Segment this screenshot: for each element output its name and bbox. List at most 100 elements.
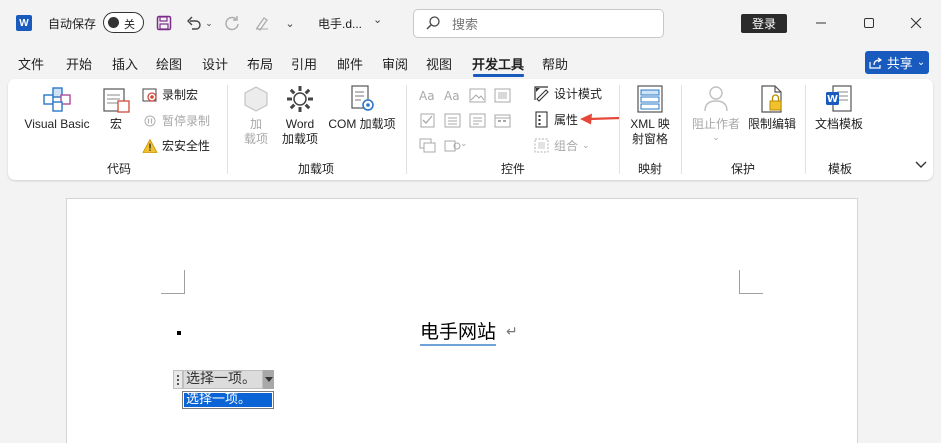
word-document-icon: W xyxy=(826,85,852,112)
dropdown-arrow-icon[interactable] xyxy=(263,370,274,389)
restrict-editing-button[interactable]: 限制编辑 xyxy=(745,83,799,132)
tab-insert[interactable]: 插入 xyxy=(112,54,138,73)
search-box[interactable] xyxy=(413,9,664,38)
document-template-button[interactable]: W 文档模板 xyxy=(811,83,867,132)
search-input[interactable] xyxy=(452,14,652,34)
tab-developer[interactable]: 开发工具 xyxy=(472,54,524,73)
xml-mapping-label-line1: XML 映 xyxy=(630,117,670,131)
addins-button[interactable]: 加 载项 xyxy=(238,83,274,147)
collapse-ribbon-icon[interactable] xyxy=(914,159,928,171)
tab-draw[interactable]: 绘图 xyxy=(156,54,182,73)
visual-basic-icon xyxy=(43,87,71,112)
macros-label: 宏 xyxy=(109,117,122,131)
gear-icon xyxy=(287,86,313,112)
svg-text:Aa: Aa xyxy=(419,89,435,103)
group-label-mapping: 映射 xyxy=(638,162,663,176)
tab-home[interactable]: 开始 xyxy=(66,54,92,73)
group-icon xyxy=(534,138,549,153)
pause-recording-button[interactable]: 暂停录制 xyxy=(142,112,210,129)
picture-control-icon[interactable] xyxy=(469,88,486,103)
xml-mapping-icon xyxy=(637,85,663,113)
word-addins-button[interactable]: Word 加载项 xyxy=(278,83,322,147)
document-page[interactable]: 电手网站 ↵ 选择一项。 选择一项。 xyxy=(66,198,858,443)
tab-mailings[interactable]: 邮件 xyxy=(337,54,363,73)
addins-label-line2: 载项 xyxy=(243,132,268,146)
combo-box-control-icon[interactable] xyxy=(444,113,461,128)
group-divider xyxy=(681,85,682,174)
macro-security-button[interactable]: 宏安全性 xyxy=(142,137,210,154)
login-button[interactable]: 登录 xyxy=(741,14,787,33)
tab-help[interactable]: 帮助 xyxy=(542,54,568,73)
block-authors-button[interactable]: 阻止作者 ⌄ xyxy=(688,83,744,142)
document-title[interactable]: 电手.d... xyxy=(318,15,362,32)
save-icon[interactable] xyxy=(154,13,174,33)
checkbox-control-icon[interactable] xyxy=(419,113,436,128)
date-picker-control-icon[interactable] xyxy=(494,113,511,128)
annotation-arrow-icon xyxy=(580,113,621,125)
undo-dropdown-icon[interactable]: ⌄ xyxy=(204,13,214,33)
document-canvas: 电手网站 ↵ 选择一项。 选择一项。 xyxy=(0,186,941,443)
format-painter-icon[interactable] xyxy=(252,13,272,33)
addins-label-line1: 加 xyxy=(249,117,262,131)
pause-recording-label: 暂停录制 xyxy=(162,114,211,128)
chevron-down-icon[interactable]: ⌄ xyxy=(460,138,468,149)
person-icon xyxy=(704,86,728,112)
plain-text-control-icon[interactable]: Aa xyxy=(444,88,461,103)
visual-basic-button[interactable]: Visual Basic xyxy=(21,83,93,132)
document-heading[interactable]: 电手网站 xyxy=(420,320,497,346)
group-label-addins: 加载项 xyxy=(298,162,335,176)
tab-review[interactable]: 审阅 xyxy=(382,54,408,73)
crop-mark-top-right xyxy=(739,270,763,294)
title-bar: W 自动保存 关 ⌄ ⌄ 电手.d... ⌄ 登录 xyxy=(0,0,941,46)
com-addins-icon xyxy=(351,85,374,111)
paragraph-return-icon: ↵ xyxy=(506,323,518,339)
properties-label: 属性 xyxy=(554,113,579,127)
properties-button[interactable]: 属性 xyxy=(533,111,578,128)
undo-icon[interactable] xyxy=(184,13,204,33)
customize-toolbar-icon[interactable]: ⌄ xyxy=(282,13,298,33)
group-label-protect: 保护 xyxy=(731,162,756,176)
dropdown-list-control-icon[interactable] xyxy=(469,113,486,128)
xml-mapping-pane-button[interactable]: XML 映 射窗格 xyxy=(624,83,676,147)
warning-icon xyxy=(142,138,158,153)
legacy-tools-icon[interactable] xyxy=(444,138,461,153)
macro-security-label: 宏安全性 xyxy=(162,139,211,153)
record-macro-icon xyxy=(142,87,157,102)
share-label: 共享 xyxy=(886,56,913,71)
share-button[interactable]: 共享 ⌄ xyxy=(865,51,929,74)
rich-text-control-icon[interactable]: Aa xyxy=(419,88,436,103)
tab-file[interactable]: 文件 xyxy=(18,54,44,73)
paragraph-mark-bullet xyxy=(177,331,181,335)
repeating-section-control-icon[interactable] xyxy=(419,138,436,153)
macros-button[interactable]: 宏 xyxy=(98,83,134,132)
design-mode-button[interactable]: 设计模式 xyxy=(533,85,602,102)
chevron-down-icon: ⌄ xyxy=(712,132,720,142)
tab-layout[interactable]: 布局 xyxy=(247,54,273,73)
group-button[interactable]: 组合 ⌄ xyxy=(533,137,590,154)
tab-view[interactable]: 视图 xyxy=(426,54,452,73)
autosave-toggle[interactable]: 关 xyxy=(103,12,144,33)
close-icon[interactable] xyxy=(904,12,928,34)
active-tab-indicator xyxy=(473,74,524,77)
chevron-down-icon[interactable]: ⌄ xyxy=(373,13,382,26)
xml-mapping-label-line2: 射窗格 xyxy=(631,132,668,146)
minimize-icon[interactable] xyxy=(809,12,833,34)
record-macro-button[interactable]: 录制宏 xyxy=(142,86,198,103)
group-divider xyxy=(619,85,620,174)
block-authors-label: 阻止作者 xyxy=(691,117,740,131)
dropdown-content-control[interactable]: 选择一项。 xyxy=(183,370,263,389)
dropdown-option[interactable]: 选择一项。 xyxy=(184,393,272,407)
svg-text:Aa: Aa xyxy=(444,89,460,103)
maximize-icon[interactable] xyxy=(857,12,881,34)
ribbon-tabs: 文件 开始 插入 绘图 设计 布局 引用 邮件 审阅 视图 开发工具 帮助 xyxy=(0,50,941,77)
redo-icon[interactable] xyxy=(222,13,242,33)
word-addins-label-line1: Word xyxy=(285,117,315,131)
content-control-handle[interactable] xyxy=(173,370,183,389)
tab-design[interactable]: 设计 xyxy=(202,54,228,73)
group-divider xyxy=(805,85,806,174)
com-addins-button[interactable]: COM 加载项 xyxy=(326,83,398,132)
properties-icon xyxy=(535,111,548,128)
building-block-control-icon[interactable] xyxy=(494,88,511,103)
search-icon xyxy=(426,16,440,30)
tab-references[interactable]: 引用 xyxy=(291,54,317,73)
